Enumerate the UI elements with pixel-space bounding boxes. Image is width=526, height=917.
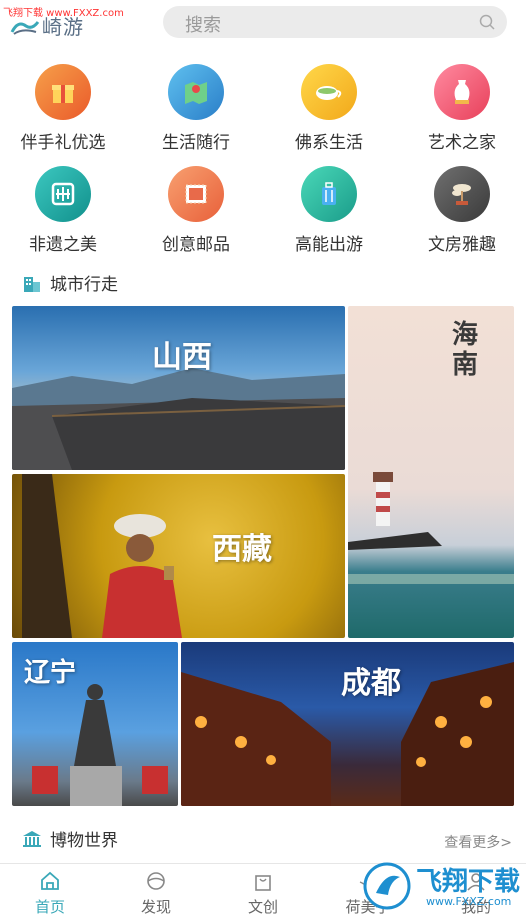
- brand-logo-icon: [363, 862, 411, 910]
- city-name: 辽宁: [24, 658, 77, 688]
- map-pin-icon: [168, 64, 224, 120]
- heritage-icon: [35, 166, 91, 222]
- vase-icon: [434, 64, 490, 120]
- city-tile-shanxi[interactable]: 山西: [12, 306, 345, 470]
- header: 飞翔下载 www.FXXZ.com 崎游 搜索: [0, 0, 526, 48]
- city-name: 山西: [152, 340, 212, 375]
- brand-name: 飞翔下载: [416, 867, 521, 897]
- museum-section-title: 博物世界: [22, 826, 118, 851]
- category-life[interactable]: 生活随行: [136, 64, 256, 160]
- category-gift[interactable]: 伴手礼优选: [3, 64, 123, 160]
- bag-icon: [255, 875, 271, 891]
- category-label: 生活随行: [162, 133, 230, 153]
- tibet-pilgrim: [22, 474, 182, 638]
- search-input[interactable]: 搜索: [163, 6, 507, 38]
- city-tile-chengdu[interactable]: 成都: [181, 642, 514, 806]
- brand-url: www.FXXZ.com: [426, 895, 512, 908]
- search-icon[interactable]: [479, 14, 495, 30]
- category-label: 佛系生活: [295, 133, 363, 153]
- gift-icon: [35, 64, 91, 120]
- city-section-title: 城市行走: [22, 270, 118, 295]
- city-name: 海南: [452, 320, 479, 380]
- tab-creative[interactable]: 文创: [223, 870, 303, 917]
- bonsai-icon: [434, 166, 490, 222]
- city-tile-tibet[interactable]: 西藏: [12, 474, 345, 638]
- museum-section-label: 博物世界: [50, 831, 118, 851]
- shanxi-landscape: [12, 368, 345, 470]
- home-icon: [41, 871, 59, 890]
- category-art[interactable]: 艺术之家: [402, 64, 522, 160]
- category-study[interactable]: 文房雅趣: [402, 166, 522, 262]
- logo-text: 崎游: [42, 14, 84, 39]
- luggage-icon: [301, 166, 357, 222]
- logo-mark-icon: [10, 21, 40, 35]
- category-label: 伴手礼优选: [20, 133, 106, 153]
- city-tile-hainan[interactable]: 海南: [348, 306, 514, 638]
- category-stamps[interactable]: 创意邮品: [136, 166, 256, 262]
- category-travel[interactable]: 高能出游: [269, 166, 389, 262]
- category-heritage[interactable]: 非遗之美: [3, 166, 123, 262]
- category-label: 创意邮品: [162, 235, 230, 255]
- museum-icon: [23, 830, 41, 847]
- view-more-link[interactable]: 查看更多>: [444, 832, 512, 852]
- tab-label: 发现: [140, 898, 171, 916]
- tab-label: 文创: [247, 898, 278, 916]
- tea-cup-icon: [301, 64, 357, 120]
- category-label: 非遗之美: [29, 235, 97, 255]
- discover-icon: [147, 872, 165, 890]
- city-name: 成都: [341, 666, 401, 701]
- app-logo[interactable]: 崎游: [10, 10, 84, 40]
- stamp-icon: [168, 166, 224, 222]
- tab-label: 首页: [34, 898, 65, 916]
- category-label: 文房雅趣: [428, 235, 496, 255]
- city-name: 西藏: [212, 532, 272, 567]
- category-zen[interactable]: 佛系生活: [269, 64, 389, 160]
- category-label: 高能出游: [295, 235, 363, 255]
- brand-watermark-badge: 飞翔下载 www.FXXZ.com: [360, 855, 526, 917]
- building-icon: [24, 276, 40, 292]
- city-tile-liaoning[interactable]: 辽宁: [12, 642, 178, 806]
- category-label: 艺术之家: [428, 133, 496, 153]
- tab-home[interactable]: 首页: [10, 870, 90, 917]
- search-placeholder: 搜索: [185, 15, 221, 36]
- tab-discover[interactable]: 发现: [116, 870, 196, 917]
- city-section-label: 城市行走: [50, 275, 118, 295]
